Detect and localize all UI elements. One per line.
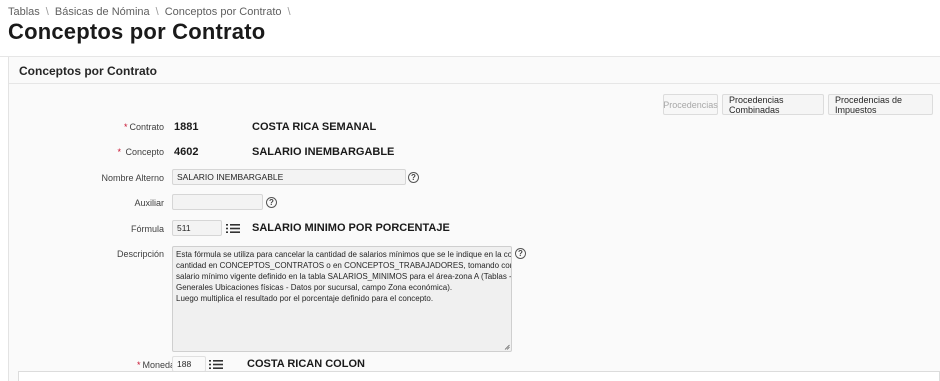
question-circle-icon[interactable]: ? — [408, 172, 419, 183]
region-divider — [9, 83, 940, 84]
breadcrumb-separator: \ — [287, 6, 291, 18]
concepto-code: 4602 — [174, 146, 199, 158]
concepto-name: SALARIO INEMBARGABLE — [252, 146, 395, 158]
list-icon — [226, 223, 240, 233]
concepto-label-text: Concepto — [125, 147, 164, 157]
breadcrumb-item-conceptos-contrato: Conceptos por Contrato — [164, 6, 282, 18]
breadcrumb: Tablas \ Básicas de Nómina \ Conceptos p… — [8, 6, 291, 18]
contrato-label: * Contrato — [124, 122, 164, 132]
concepto-label: * Concepto — [117, 147, 164, 157]
contrato-code: 1881 — [174, 121, 199, 133]
procedencias-button[interactable]: Procedencias — [663, 94, 718, 115]
moneda-code: 188 — [177, 359, 192, 369]
contrato-label-text: Contrato — [129, 122, 164, 132]
moneda-name: COSTA RICAN COLON — [247, 358, 365, 370]
descripcion-textarea[interactable]: Esta fórmula se utiliza para cancelar la… — [172, 246, 512, 352]
page-title: Conceptos por Contrato — [8, 19, 266, 44]
formula-name: SALARIO MINIMO POR PORCENTAJE — [252, 222, 450, 234]
required-marker: * — [117, 147, 121, 157]
procedencias-combinadas-button[interactable]: Procedencias Combinadas — [722, 94, 824, 115]
auxiliar-label: Auxiliar — [134, 198, 164, 208]
moneda-lov-button[interactable] — [207, 356, 225, 372]
contrato-name: COSTA RICA SEMANAL — [252, 121, 377, 133]
resize-handle-icon[interactable] — [504, 344, 510, 350]
moneda-label: * Moneda — [137, 360, 175, 370]
breadcrumb-separator: \ — [155, 6, 159, 18]
required-marker: * — [137, 360, 141, 370]
region-title: Conceptos por Contrato — [19, 64, 157, 78]
question-circle-icon[interactable]: ? — [515, 248, 526, 259]
descripcion-label: Descripción — [116, 249, 164, 259]
breadcrumb-item-tablas[interactable]: Tablas — [8, 6, 40, 18]
descripcion-line: salario mínimo vigente definido en la ta… — [176, 272, 512, 281]
nombre-alterno-label: Nombre Alterno — [101, 173, 164, 183]
formula-code: 511 — [177, 223, 191, 233]
descripcion-line: cantidad en CONCEPTOS_CONTRATOS o en CON… — [176, 261, 512, 270]
descripcion-line: Luego multiplica el resultado por el por… — [176, 294, 434, 303]
descripcion-line: Esta fórmula se utiliza para cancelar la… — [176, 250, 512, 259]
list-icon — [209, 359, 223, 369]
formula-lov-button[interactable] — [224, 220, 242, 236]
next-region-edge — [18, 371, 940, 381]
required-marker: * — [123, 122, 128, 132]
question-circle-icon[interactable]: ? — [266, 197, 277, 208]
formula-label: Fórmula — [130, 224, 164, 234]
procedencias-impuestos-button[interactable]: Procedencias de Impuestos — [828, 94, 933, 115]
descripcion-line: Generales Ubicaciones físicas - Datos po… — [176, 283, 453, 292]
nombre-alterno-input[interactable]: SALARIO INEMBARGABLE — [172, 169, 406, 185]
nombre-alterno-value: SALARIO INEMBARGABLE — [177, 172, 284, 182]
formula-input[interactable]: 511 — [172, 220, 222, 236]
auxiliar-input[interactable] — [172, 194, 263, 210]
breadcrumb-separator: \ — [45, 6, 49, 18]
moneda-input[interactable]: 188 — [172, 356, 206, 372]
moneda-label-text: Moneda — [142, 360, 176, 370]
breadcrumb-item-basicas-nomina[interactable]: Básicas de Nómina — [55, 6, 150, 18]
